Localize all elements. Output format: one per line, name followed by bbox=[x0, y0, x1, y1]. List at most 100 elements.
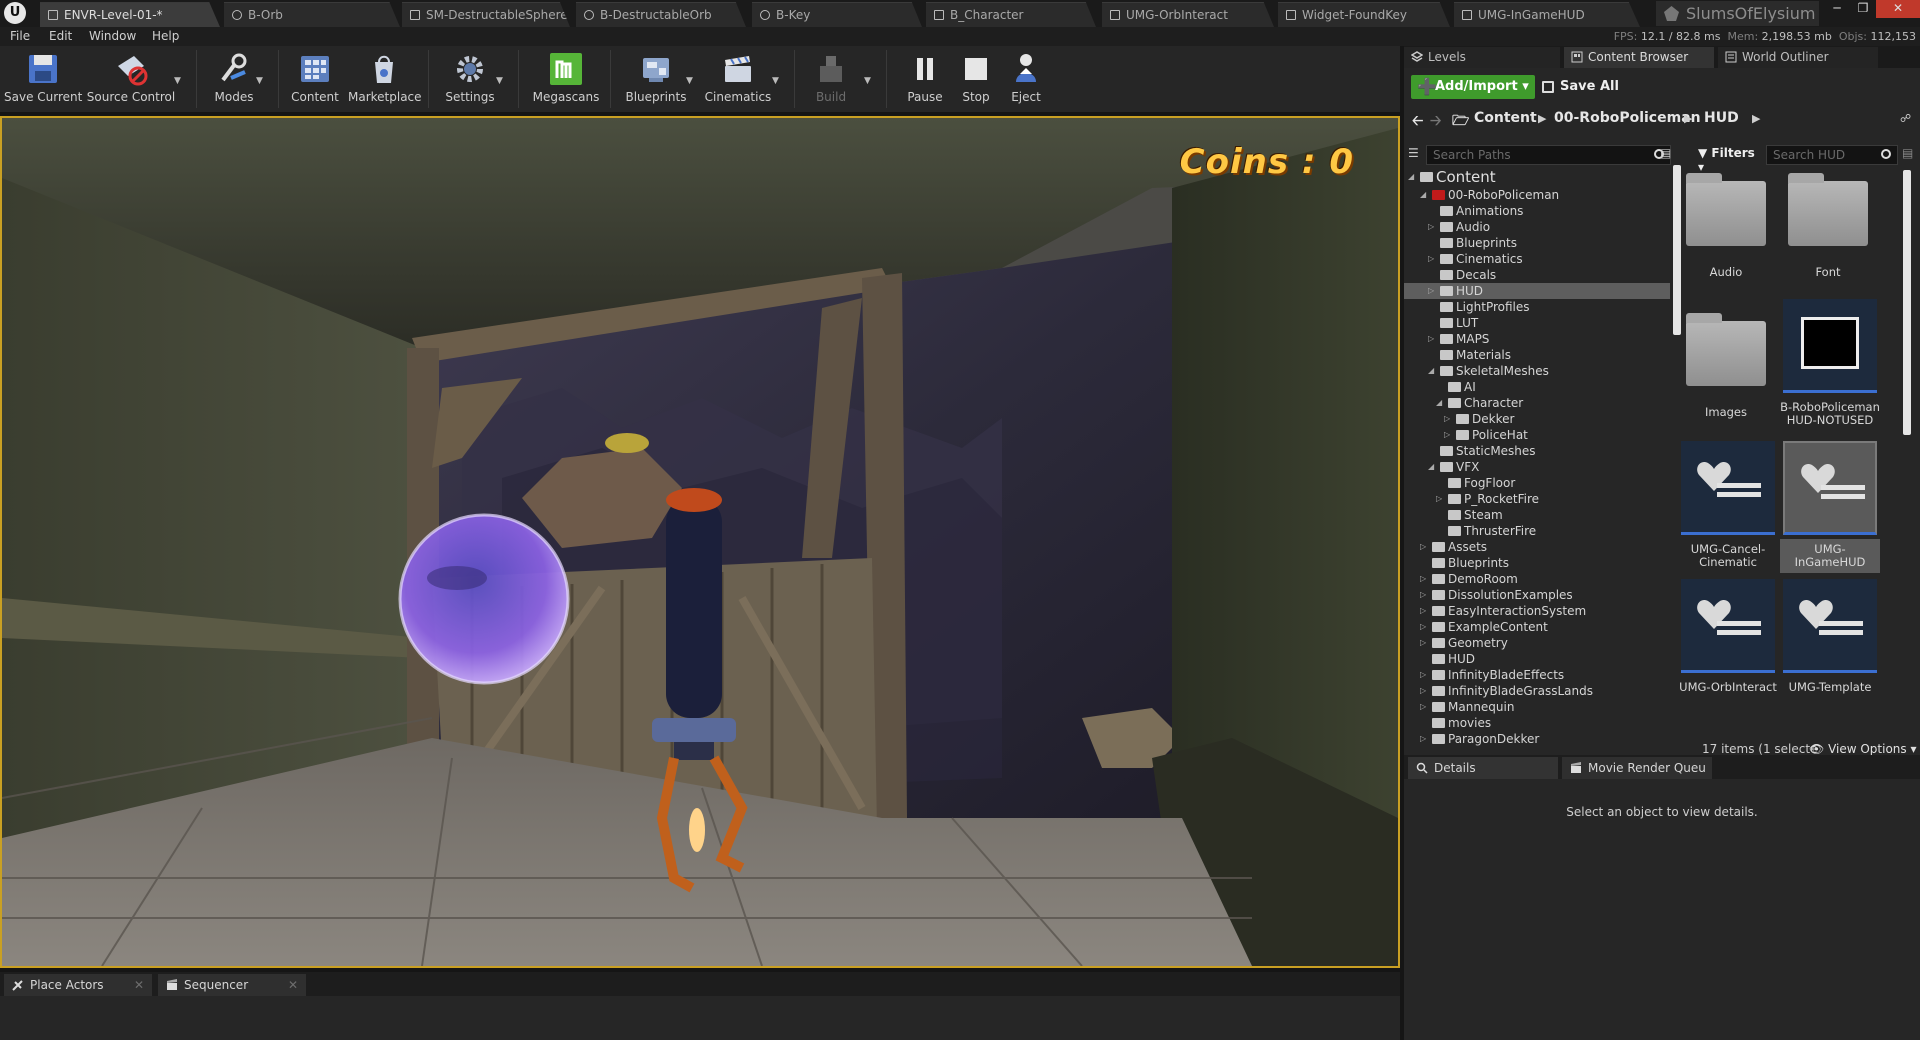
cinematics-button[interactable]: Cinematics bbox=[702, 46, 774, 112]
tree-item-hud[interactable]: HUD bbox=[1404, 651, 1670, 667]
menu-window[interactable]: Window bbox=[89, 29, 136, 43]
tree-item-audio[interactable]: ▷ Audio bbox=[1404, 219, 1670, 235]
asset-tile-umg-ingamehud[interactable]: UMG-InGameHUD bbox=[1780, 441, 1880, 573]
minimize-button[interactable]: ─ bbox=[1824, 0, 1850, 18]
collapsed-arrow-icon[interactable]: ▷ bbox=[1420, 571, 1426, 587]
source-control-button[interactable]: Source Control bbox=[86, 46, 176, 112]
collapsed-arrow-icon[interactable]: ▷ bbox=[1444, 427, 1450, 443]
tab-b-key[interactable]: B-Key bbox=[752, 2, 922, 27]
settings-dropdown-icon[interactable]: ▼ bbox=[496, 76, 503, 86]
asset-grid-scrollbar[interactable] bbox=[1903, 170, 1911, 435]
tree-item-ai[interactable]: AI bbox=[1404, 379, 1670, 395]
tree-item-assets[interactable]: ▷ Assets bbox=[1404, 539, 1670, 555]
tree-item-materials[interactable]: Materials bbox=[1404, 347, 1670, 363]
tab-b-orb[interactable]: B-Orb bbox=[224, 2, 400, 27]
tree-item-animations[interactable]: Animations bbox=[1404, 203, 1670, 219]
tab-widget-found-key[interactable]: Widget-FoundKey bbox=[1278, 2, 1450, 27]
tree-item-staticmeshes[interactable]: StaticMeshes bbox=[1404, 443, 1670, 459]
collapsed-arrow-icon[interactable]: ▷ bbox=[1428, 219, 1434, 235]
collapsed-arrow-icon[interactable]: ▷ bbox=[1436, 491, 1442, 507]
source-control-dropdown-icon[interactable]: ▼ bbox=[174, 76, 181, 86]
tree-item-geometry[interactable]: ▷ Geometry bbox=[1404, 635, 1670, 651]
settings-button[interactable]: Settings bbox=[440, 46, 500, 112]
build-button[interactable]: Build bbox=[806, 46, 856, 112]
filters-dropdown[interactable]: ▼ Filters ▾ bbox=[1698, 146, 1760, 174]
tree-item-dekker[interactable]: ▷ Dekker bbox=[1404, 411, 1670, 427]
asset-tile-umg-orbinteract[interactable]: UMG-OrbInteract bbox=[1678, 579, 1778, 694]
search-hud-input[interactable]: Search HUD bbox=[1766, 145, 1898, 165]
tree-item-00-robopoliceman[interactable]: ◢ 00-RoboPoliceman bbox=[1404, 187, 1670, 203]
breadcrumb-robopoliceman[interactable]: 00-RoboPoliceman bbox=[1554, 110, 1701, 126]
menu-help[interactable]: Help bbox=[152, 29, 179, 43]
asset-tile-umg-template[interactable]: UMG-Template bbox=[1780, 579, 1880, 694]
tab-sm-destructable-sphere[interactable]: SM-DestructableSphere bbox=[402, 2, 570, 27]
breadcrumb-content[interactable]: Content bbox=[1474, 110, 1537, 126]
close-tab-icon[interactable]: ✕ bbox=[288, 974, 298, 996]
lock-icon[interactable]: ☍ bbox=[1900, 112, 1911, 125]
sources-panel-icon[interactable]: ☰ bbox=[1408, 146, 1424, 162]
tree-item-paragondekker[interactable]: ▷ ParagonDekker bbox=[1404, 731, 1670, 747]
marketplace-button[interactable]: Marketplace bbox=[348, 46, 422, 112]
expanded-arrow-icon[interactable]: ◢ bbox=[1428, 459, 1434, 475]
back-arrow-icon[interactable]: 🡠 bbox=[1412, 110, 1423, 134]
tree-item-content[interactable]: ◢ Content bbox=[1404, 169, 1670, 185]
save-search-icon[interactable]: ▤ bbox=[1902, 146, 1916, 162]
level-viewport[interactable]: Coins : 0 bbox=[0, 116, 1400, 968]
cinematics-dropdown-icon[interactable]: ▼ bbox=[772, 76, 779, 86]
tab-movie-render-queue[interactable]: Movie Render Queu bbox=[1562, 757, 1712, 779]
tree-item-cinematics[interactable]: ▷ Cinematics bbox=[1404, 251, 1670, 267]
asset-tile-robopoliceman-hud[interactable]: B-RoboPoliceman HUD-NOTUSED bbox=[1780, 299, 1880, 427]
tab-levels[interactable]: Levels bbox=[1404, 47, 1560, 68]
tab-place-actors[interactable]: Place Actors ✕ bbox=[4, 974, 152, 996]
tree-item-maps[interactable]: ▷ MAPS bbox=[1404, 331, 1670, 347]
content-button[interactable]: Content bbox=[290, 46, 340, 112]
tree-item-decals[interactable]: Decals bbox=[1404, 267, 1670, 283]
tab-content-browser[interactable]: Content Browser bbox=[1564, 47, 1714, 68]
expanded-arrow-icon[interactable]: ◢ bbox=[1436, 395, 1442, 411]
forward-arrow-icon[interactable]: 🡢 bbox=[1430, 110, 1441, 134]
collapsed-arrow-icon[interactable]: ▷ bbox=[1420, 539, 1426, 555]
collapsed-arrow-icon[interactable]: ▷ bbox=[1420, 619, 1426, 635]
asset-tile-audio-folder[interactable]: Audio bbox=[1686, 169, 1766, 279]
blueprints-dropdown-icon[interactable]: ▼ bbox=[686, 76, 693, 86]
stop-button[interactable]: Stop bbox=[954, 46, 998, 112]
tree-item-skeletalmeshes[interactable]: ◢ SkeletalMeshes bbox=[1404, 363, 1670, 379]
breadcrumb-hud[interactable]: HUD bbox=[1704, 110, 1739, 126]
collapsed-arrow-icon[interactable]: ▷ bbox=[1420, 667, 1426, 683]
modes-dropdown-icon[interactable]: ▼ bbox=[256, 76, 263, 86]
collapsed-arrow-icon[interactable]: ▷ bbox=[1420, 731, 1426, 747]
collapsed-arrow-icon[interactable]: ▷ bbox=[1428, 283, 1434, 299]
tree-item-blueprints[interactable]: Blueprints bbox=[1404, 235, 1670, 251]
tree-item-character[interactable]: ◢ Character bbox=[1404, 395, 1670, 411]
blueprints-button[interactable]: Blueprints bbox=[620, 46, 692, 112]
tree-item-steam[interactable]: Steam bbox=[1404, 507, 1670, 523]
tab-umg-orb-interact[interactable]: UMG-OrbInteract bbox=[1102, 2, 1274, 27]
megascans-button[interactable]: Megascans bbox=[530, 46, 602, 112]
search-paths-input[interactable]: Search Paths bbox=[1426, 145, 1671, 165]
breadcrumb-separator-icon[interactable]: ▶ bbox=[1538, 112, 1546, 125]
collapsed-arrow-icon[interactable]: ▷ bbox=[1420, 635, 1426, 651]
tree-item-policehat[interactable]: ▷ PoliceHat bbox=[1404, 427, 1670, 443]
menu-edit[interactable]: Edit bbox=[49, 29, 72, 43]
tab-umg-ingame-hud[interactable]: UMG-InGameHUD bbox=[1454, 2, 1640, 27]
modes-button[interactable]: Modes bbox=[206, 46, 262, 112]
collapsed-arrow-icon[interactable]: ▷ bbox=[1420, 587, 1426, 603]
tree-item-blueprints[interactable]: Blueprints bbox=[1404, 555, 1670, 571]
collapsed-arrow-icon[interactable]: ▷ bbox=[1420, 699, 1426, 715]
asset-tile-font-folder[interactable]: Font bbox=[1788, 169, 1868, 279]
tree-scrollbar[interactable] bbox=[1673, 165, 1681, 335]
tab-world-outliner[interactable]: World Outliner bbox=[1718, 47, 1878, 68]
tree-item-hud[interactable]: ▷ HUD bbox=[1404, 283, 1670, 299]
asset-tile-images-folder[interactable]: Images bbox=[1686, 309, 1766, 419]
tree-item-infinitybladeeffects[interactable]: ▷ InfinityBladeEffects bbox=[1404, 667, 1670, 683]
tab-sequencer[interactable]: Sequencer ✕ bbox=[158, 974, 306, 996]
tree-item-infinitybladegrasslands[interactable]: ▷ InfinityBladeGrassLands bbox=[1404, 683, 1670, 699]
tree-item-vfx[interactable]: ◢ VFX bbox=[1404, 459, 1670, 475]
expanded-arrow-icon[interactable]: ◢ bbox=[1420, 187, 1426, 203]
tree-item-lightprofiles[interactable]: LightProfiles bbox=[1404, 299, 1670, 315]
close-window-button[interactable]: ✕ bbox=[1876, 0, 1920, 18]
tree-item-mannequin[interactable]: ▷ Mannequin bbox=[1404, 699, 1670, 715]
pause-button[interactable]: Pause bbox=[902, 46, 948, 112]
maximize-button[interactable]: ❐ bbox=[1850, 0, 1876, 18]
tree-item-fogfloor[interactable]: FogFloor bbox=[1404, 475, 1670, 491]
